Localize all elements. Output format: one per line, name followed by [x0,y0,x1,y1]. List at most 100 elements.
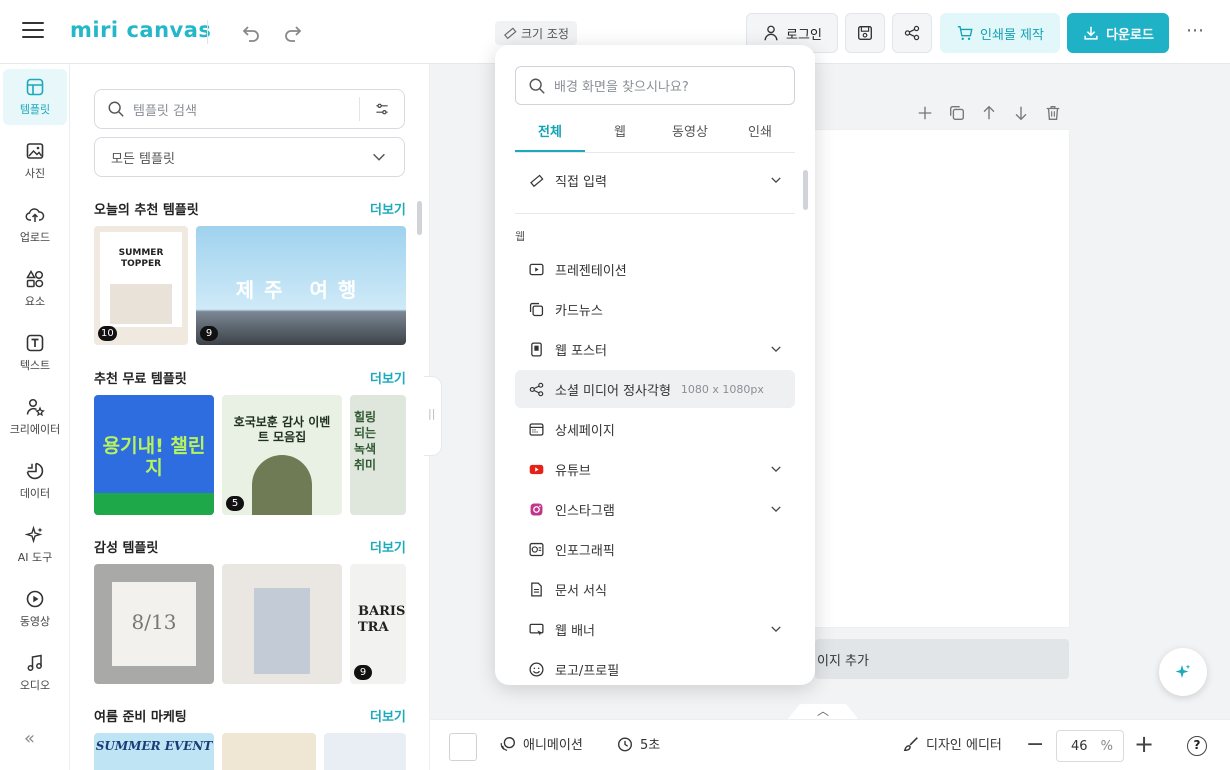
ruler-icon [504,27,517,40]
redo-icon[interactable] [281,20,305,44]
template-thumb[interactable]: SUMMER TOPPER 10 [94,226,188,345]
template-thumb[interactable] [222,564,342,684]
app-logo[interactable]: miri canvas [70,18,211,42]
template-thumb[interactable]: 힐링 되는 녹색 취미 [350,395,406,515]
section-title: 오늘의 추천 템플릿 [94,203,199,218]
rail-item-template[interactable]: 템플릿 [3,69,67,125]
tab-all[interactable]: 전체 [515,123,585,152]
template-thumb[interactable] [222,733,316,770]
size-option-infographic[interactable]: 인포그래픽 [515,530,795,568]
size-option-presentation[interactable]: 프레젠테이션 [515,250,795,288]
timer-icon [618,736,632,751]
tab-web[interactable]: 웹 [585,123,655,152]
size-option-detail-page[interactable]: 상세페이지 [515,410,795,448]
template-panel: 템플릿 검색 모든 템플릿 오늘의 추천 템플릿 더보기 SUMMER TOPP… [70,64,430,770]
share-icon [904,25,920,41]
thumb-title: 제주 여행 [235,278,367,302]
template-thumb[interactable]: BARIS TRA 9 [350,564,406,684]
add-page-button[interactable]: 이지 추가 [815,639,1069,679]
more-link[interactable]: 더보기 [370,199,406,218]
rail-item-video[interactable]: 동영상 [3,581,67,637]
ai-assistant-button[interactable] [1159,648,1207,696]
resize-button[interactable]: 크기 조정 [495,21,577,45]
instagram-icon [527,500,545,518]
panel-toggle-handle[interactable] [424,376,442,456]
rail-label: 업로드 [19,231,51,244]
size-search-input[interactable]: 배경 화면을 찾으시나요? [515,66,795,105]
trash-icon[interactable] [1043,103,1063,123]
left-rail: 템플릿 사진 업로드 요소 텍스트 크리에이터 데이터 AI 도구 동영상 오디… [0,64,70,770]
user-icon [764,25,778,41]
template-thumb[interactable]: 용기내! 챌린지 [94,395,214,515]
rail-item-data[interactable]: 데이터 [3,453,67,509]
template-category-select[interactable]: 모든 템플릿 [94,137,405,177]
more-link[interactable]: 더보기 [370,706,406,725]
move-down-icon[interactable] [1011,103,1031,123]
download-button[interactable]: 다운로드 [1067,13,1169,53]
chevron-up-icon: ︿ [817,704,830,718]
rail-item-text[interactable]: 텍스트 [3,325,67,381]
save-button[interactable] [845,13,885,53]
rail-item-creator[interactable]: 크리에이터 [3,389,67,445]
size-option-label: 프레젠테이션 [555,263,627,279]
undo-icon[interactable] [239,20,263,44]
template-search-input[interactable]: 템플릿 검색 [94,89,405,129]
design-editor-button[interactable]: 디자인 에디터 [902,734,1002,753]
size-option-youtube[interactable]: 유튜브 [515,450,795,488]
template-thumb[interactable]: SUMMER EVENT [94,733,214,770]
menu-icon[interactable] [22,22,44,42]
direct-input-row[interactable]: 직접 입력 [515,161,795,199]
share-button[interactable] [892,13,932,53]
background-color-swatch[interactable] [449,733,477,761]
tab-video[interactable]: 동영상 [655,123,725,152]
more-link[interactable]: 더보기 [370,537,406,556]
tab-print[interactable]: 인쇄 [725,123,795,152]
print-label: 인쇄물 제작 [980,27,1044,43]
rail-item-upload[interactable]: 업로드 [3,197,67,253]
size-option-web-poster[interactable]: 웹 포스터 [515,330,795,368]
more-options-icon[interactable]: ⋯ [1186,20,1205,41]
rail-item-elements[interactable]: 요소 [3,261,67,317]
rail-item-photo[interactable]: 사진 [3,133,67,189]
size-option-web-banner[interactable]: 웹 배너 [515,610,795,648]
size-option-logo-profile[interactable]: 로고/프로필 [515,650,795,685]
animation-button[interactable]: 애니메이션 [499,734,583,753]
print-order-button[interactable]: 인쇄물 제작 [940,13,1060,53]
thumb-title: BARIS TRA [358,604,406,635]
help-icon[interactable]: ? [1187,736,1207,756]
thumb-figure [252,455,312,515]
group-label: 웹 [515,230,526,243]
template-thumb[interactable] [324,733,406,770]
direct-input-label: 직접 입력 [555,174,607,190]
size-option-document[interactable]: 문서 서식 [515,570,795,608]
rail-item-audio[interactable]: 오디오 [3,645,67,701]
collapse-rail-icon[interactable]: « [24,728,35,749]
add-page-icon[interactable] [915,103,935,123]
zoom-out-button[interactable]: − [1026,732,1044,757]
rail-label: 데이터 [19,487,51,500]
zoom-in-button[interactable]: + [1134,730,1154,758]
sparkle-icon [1175,664,1191,678]
template-thumb[interactable]: 제주 여행 9 [196,226,406,345]
design-page[interactable] [815,130,1069,627]
filter-icon[interactable] [360,101,404,117]
dropdown-scrollbar[interactable] [803,170,808,210]
zoom-input[interactable]: 46 % [1056,730,1124,762]
move-up-icon[interactable] [979,103,999,123]
size-category-tabs: 전체 웹 동영상 인쇄 [515,123,795,153]
size-option-social-square[interactable]: 소셜 미디어 정사각형 1080 x 1080px [515,370,795,408]
panel-scrollbar[interactable] [417,201,422,235]
more-link[interactable]: 더보기 [370,368,406,387]
rail-item-ai-tools[interactable]: AI 도구 [3,517,67,573]
duration-button[interactable]: 5초 [616,734,660,753]
download-icon [1084,26,1098,40]
size-option-cardnews[interactable]: 카드뉴스 [515,290,795,328]
animation-icon [500,736,515,751]
template-thumb[interactable]: 호국보훈 감사 이벤트 모음집 5 [222,395,342,515]
thumb-title: SUMMER TOPPER [118,248,164,269]
cart-icon [957,26,973,41]
poster-icon [527,340,545,358]
template-thumb[interactable]: 8/13 [94,564,214,684]
size-option-instagram[interactable]: 인스타그램 [515,490,795,528]
duplicate-icon[interactable] [947,103,967,123]
